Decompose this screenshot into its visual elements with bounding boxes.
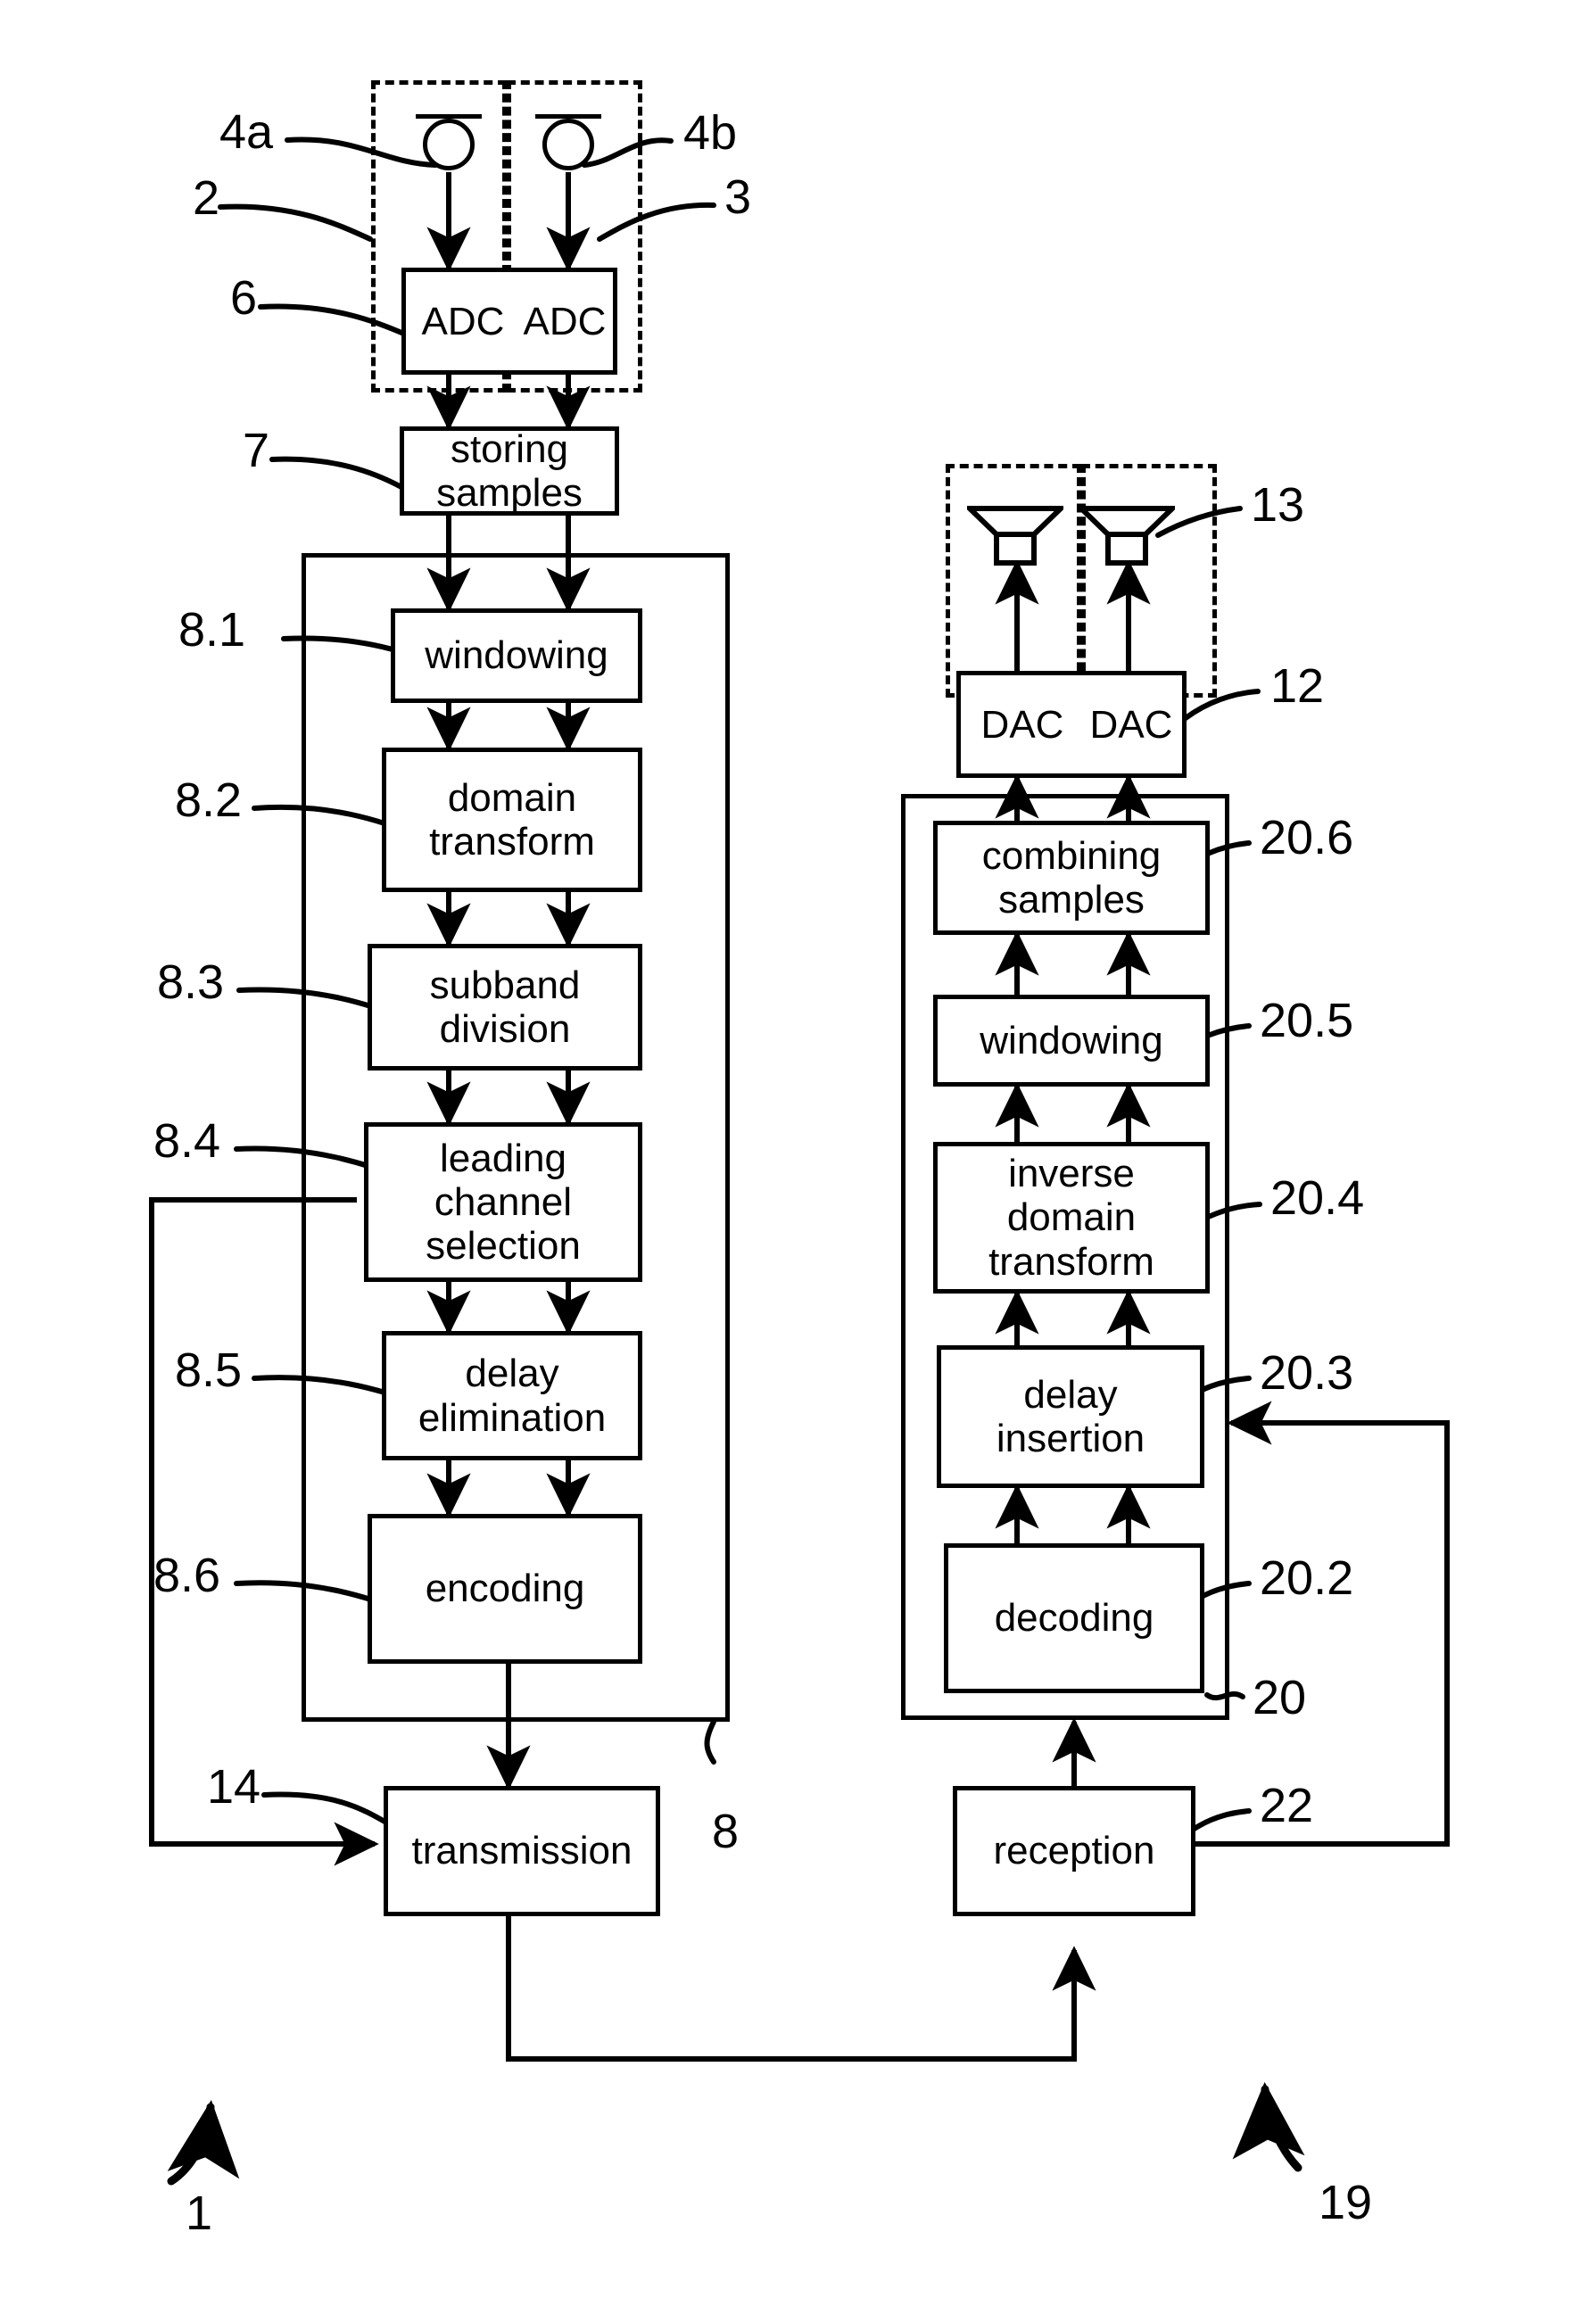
microphone-right-capsule <box>542 119 594 170</box>
dac-right-label: DAC <box>1089 703 1173 747</box>
ref-20-5: 20.5 <box>1260 994 1354 1047</box>
ref-19: 19 <box>1319 2176 1373 2229</box>
adc-left-label: ADC <box>421 300 505 343</box>
loudspeaker-left-icon <box>963 505 1068 567</box>
ref-7: 7 <box>243 424 270 477</box>
storing-samples-block: storing samples <box>400 426 619 516</box>
microphone-left-capsule <box>423 119 475 170</box>
ref-8-4: 8.4 <box>153 1114 221 1168</box>
ref-8-3: 8.3 <box>157 955 225 1009</box>
microphone-right-icon <box>535 114 601 175</box>
adc-right-label: ADC <box>523 300 607 343</box>
ref-12: 12 <box>1270 659 1325 713</box>
loudspeaker-right-icon <box>1074 505 1179 567</box>
inverse-domain-transform-block: inverse domain transform <box>933 1142 1210 1294</box>
dashed-group-speaker-right <box>1081 464 1217 698</box>
ref-20-3: 20.3 <box>1260 1346 1354 1400</box>
ref-3: 3 <box>724 170 752 224</box>
patent-figure: ADC ADC storing samples windowing domain… <box>0 0 1596 2323</box>
ref-2: 2 <box>193 171 220 225</box>
combining-samples-block: combining samples <box>933 821 1210 935</box>
windowing-tx-block: windowing <box>391 608 642 703</box>
leading-channel-selection-block: leading channel selection <box>364 1122 642 1282</box>
ref-6: 6 <box>230 271 258 325</box>
ref-20-4: 20.4 <box>1270 1171 1365 1225</box>
diagram-connectors <box>149 136 1450 2186</box>
transmission-block: transmission <box>384 1786 660 1916</box>
ref-8-1: 8.1 <box>178 603 246 657</box>
ref-22: 22 <box>1260 1779 1314 1832</box>
encoding-block: encoding <box>368 1514 642 1664</box>
ref-8-5: 8.5 <box>175 1343 243 1397</box>
domain-transform-block: domain transform <box>382 748 642 892</box>
ref-8-6: 8.6 <box>153 1549 221 1602</box>
reception-block: reception <box>953 1786 1195 1916</box>
ref-20: 20 <box>1253 1671 1307 1724</box>
ref-20-2: 20.2 <box>1260 1551 1354 1605</box>
delay-insertion-block: delay insertion <box>937 1345 1204 1488</box>
ref-1: 1 <box>186 2187 213 2240</box>
ref-14: 14 <box>207 1760 261 1814</box>
ref-8-2: 8.2 <box>175 773 243 827</box>
microphone-left-icon <box>416 114 482 175</box>
adc-block: ADC ADC <box>401 268 617 375</box>
ref-4a: 4a <box>219 105 274 159</box>
ref-20-6: 20.6 <box>1260 811 1354 864</box>
dashed-group-speaker-left <box>946 464 1081 698</box>
ref-4b: 4b <box>683 106 738 160</box>
decoding-block: decoding <box>944 1543 1204 1693</box>
dac-block: DAC DAC <box>956 671 1187 778</box>
loudspeaker-right-glyph <box>1074 506 1179 566</box>
ref-13: 13 <box>1251 478 1305 532</box>
ref-8: 8 <box>712 1805 740 1858</box>
subband-division-block: subband division <box>368 944 642 1071</box>
loudspeaker-left-glyph <box>963 506 1068 566</box>
windowing-rx-block: windowing <box>933 995 1210 1087</box>
delay-elimination-block: delay elimination <box>382 1331 642 1460</box>
dac-left-label: DAC <box>980 703 1064 747</box>
